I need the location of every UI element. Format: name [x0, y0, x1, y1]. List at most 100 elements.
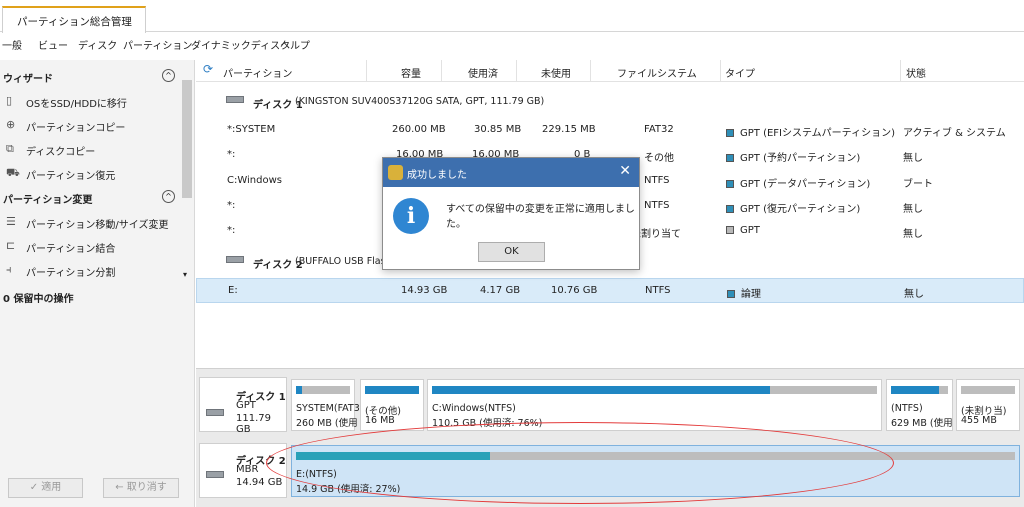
success-dialog: 成功しました ✕ i すべての保留中の変更を正常に適用しました。 OK	[382, 157, 640, 270]
dialog-title: 成功しました	[407, 170, 467, 181]
sidebar-item-disk-copy[interactable]: ディスクコピー	[26, 143, 95, 158]
partition-status: アクティブ & システム	[903, 128, 1006, 139]
partition-detail: 629 MB (使用	[891, 418, 953, 429]
disk2-info: (BUFFALO USB Flas	[295, 256, 386, 267]
sidebar-item-move-resize[interactable]: パーティション移動/サイズ変更	[26, 216, 168, 231]
type-swatch-icon	[726, 180, 734, 188]
undo-button[interactable]: ← 取り消す	[103, 478, 179, 498]
type-swatch-icon	[727, 290, 735, 298]
partition-status: 無し	[903, 204, 923, 215]
partition-name: *:	[227, 200, 236, 211]
menu-dynamic-disk[interactable]: ダイナミックディスク	[191, 37, 290, 52]
pending-operations: 0 保留中の操作	[3, 294, 74, 305]
partition-detail: 455 MB	[961, 415, 997, 426]
partition-type: GPT (EFIシステムパーティション)	[726, 124, 895, 139]
wizard-heading: ウィザード	[3, 74, 53, 85]
partition-change-heading: パーティション変更	[3, 195, 93, 206]
refresh-icon[interactable]: ⟳	[203, 62, 213, 76]
map-partition-reserved[interactable]: (その他) 16 MB	[360, 379, 424, 431]
partition-size: 14.93 GB	[401, 285, 448, 296]
disk-drive-icon	[206, 408, 230, 419]
col-filesystem[interactable]: ファイルシステム	[617, 65, 697, 80]
disk1-map-label[interactable]: ディスク 1 GPT 111.79 GB	[199, 377, 287, 435]
ok-button[interactable]: OK	[478, 242, 545, 262]
partition-status: 無し	[903, 229, 923, 240]
partition-type: 論理	[727, 285, 761, 300]
app-icon	[388, 165, 403, 180]
map-partition-recovery[interactable]: (NTFS) 629 MB (使用	[886, 379, 953, 431]
partition-detail: 16 MB	[365, 415, 395, 426]
disk1-map-size: 111.79 GB	[236, 413, 271, 435]
info-icon: i	[393, 198, 429, 234]
partition-restore-icon: ⛟	[6, 166, 20, 179]
sidebar-scroll-thumb[interactable]	[182, 80, 192, 198]
sidebar-item-partition-restore[interactable]: パーティション復元	[26, 167, 115, 182]
partition-fs: その他	[644, 153, 674, 164]
partition-name: E:	[228, 285, 238, 296]
sidebar-item-split[interactable]: パーティション分割	[26, 264, 115, 279]
partition-size: 260.00 MB	[392, 124, 446, 135]
sidebar-item-merge[interactable]: パーティション結合	[26, 240, 115, 255]
sidebar: ウィザード ^ ▯ OSをSSD/HDDに移行 ⊕ パーティションコピー ⧉ デ…	[0, 60, 195, 507]
disk1-header-row[interactable]: ディスク 1 (KINGSTON SUV400S37120G SATA, GPT…	[196, 90, 1024, 115]
partition-type: GPT (データパーティション)	[726, 175, 870, 190]
type-swatch-icon	[726, 205, 734, 213]
migrate-os-icon: ▯	[6, 94, 13, 107]
partition-name: C:Windows	[227, 175, 282, 186]
disk2-map-kind: MBR	[236, 464, 259, 475]
menu-partition[interactable]: パーティション	[123, 37, 192, 52]
col-separator	[720, 60, 721, 82]
collapse-wizard-icon[interactable]: ^	[162, 69, 175, 82]
partition-status: 無し	[904, 289, 924, 300]
table-row[interactable]: *:SYSTEM 260.00 MB 30.85 MB 229.15 MB FA…	[196, 118, 1024, 143]
close-icon[interactable]: ✕	[619, 163, 631, 179]
menu-disk[interactable]: ディスク	[78, 37, 117, 52]
partition-name: *:	[227, 225, 236, 236]
col-separator	[516, 60, 517, 82]
split-icon: ⫞	[6, 263, 12, 276]
partition-label: C:Windows(NTFS)	[432, 403, 516, 414]
col-partition[interactable]: パーティション	[223, 65, 292, 80]
scroll-down-icon[interactable]: ▾	[183, 270, 187, 279]
collapse-partition-icon[interactable]: ^	[162, 190, 175, 203]
partition-type: GPT (復元パーティション)	[726, 200, 860, 215]
map-partition-unallocated[interactable]: (未割り当) 455 MB	[956, 379, 1020, 431]
dialog-title-bar[interactable]: 成功しました	[383, 158, 639, 187]
partition-fs: NTFS	[644, 200, 670, 211]
partition-name: *:SYSTEM	[227, 124, 276, 135]
map-partition-system[interactable]: SYSTEM(FAT3 260 MB (使用	[291, 379, 360, 431]
col-separator	[441, 60, 442, 82]
type-swatch-icon	[726, 129, 734, 137]
disk-copy-icon: ⧉	[6, 142, 14, 155]
type-swatch-icon	[726, 154, 734, 162]
partition-type: GPT (予約パーティション)	[726, 149, 860, 164]
col-type[interactable]: タイプ	[725, 65, 755, 80]
menu-help[interactable]: ヘルプ	[280, 37, 310, 52]
partition-free: 229.15 MB	[542, 124, 596, 135]
type-swatch-icon	[726, 226, 734, 234]
col-status[interactable]: 状態	[906, 65, 926, 80]
partition-name: *:	[227, 149, 236, 160]
partition-fs: NTFS	[645, 285, 671, 296]
partition-used: 30.85 MB	[474, 124, 522, 135]
table-row-selected[interactable]: E: 14.93 GB 4.17 GB 10.76 GB NTFS 論理 無し	[196, 278, 1024, 303]
usb-drive-icon	[206, 470, 230, 481]
partition-status: ブート	[903, 179, 933, 190]
menu-bar: 一般 ビュー ディスク パーティション ダイナミックディスク ヘルプ	[0, 33, 1024, 55]
menu-general[interactable]: 一般	[2, 37, 22, 52]
partition-fs: NTFS	[644, 175, 670, 186]
col-used[interactable]: 使用済	[468, 65, 498, 80]
col-separator	[366, 60, 367, 82]
sidebar-item-partition-copy[interactable]: パーティションコピー	[26, 119, 125, 134]
col-size[interactable]: 容量	[401, 65, 421, 80]
menu-view[interactable]: ビュー	[38, 37, 68, 52]
apply-button[interactable]: ✓ 適用	[8, 478, 83, 498]
dialog-message: すべての保留中の変更を正常に適用しました。	[446, 204, 635, 230]
disk1-icon	[226, 95, 250, 106]
col-separator	[900, 60, 901, 82]
col-free[interactable]: 未使用	[541, 65, 571, 80]
partition-label: (NTFS)	[891, 403, 923, 414]
disk1-map-kind: GPT	[236, 400, 256, 411]
tab-partition-manager[interactable]: パーティション総合管理	[2, 6, 146, 33]
sidebar-item-migrate-os[interactable]: OSをSSD/HDDに移行	[26, 95, 127, 110]
